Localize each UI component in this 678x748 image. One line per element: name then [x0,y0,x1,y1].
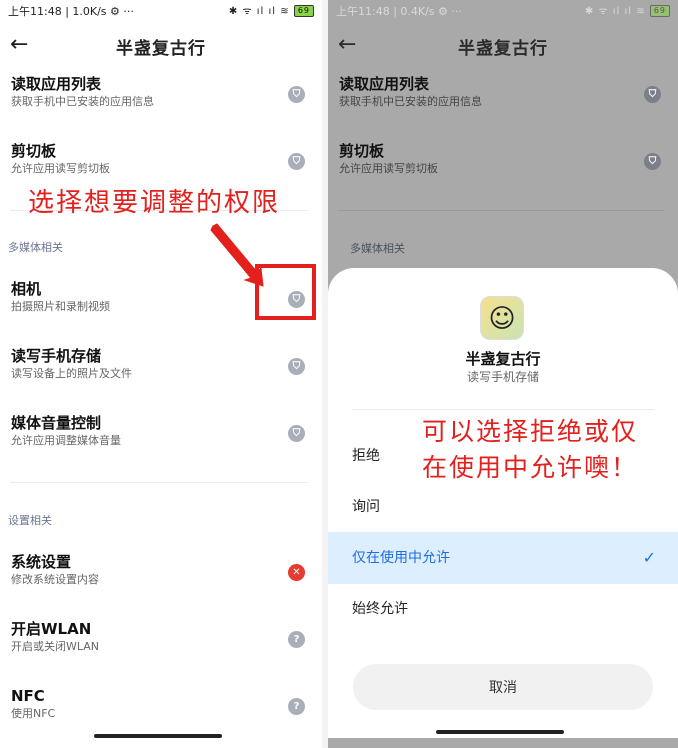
status-icons: ✱ ᯤ ıl ıl ≋ 69 [585,0,670,24]
sheet-permission-name: 读写手机存储 [466,370,539,384]
permission-name: NFC [11,687,45,705]
denied-icon: ✕ [288,564,305,581]
permission-desc: 开启或关闭WLAN [11,640,100,653]
shield-icon: ⛉ [288,358,305,375]
divider [10,482,308,483]
permission-name: 剪切板 [339,142,385,160]
option-allow-while-using[interactable]: 仅在使用中允许 ✓ [328,532,678,584]
permission-item-app-list[interactable]: 读取应用列表 获取手机中已安装的应用信息 ⛉ [339,74,666,124]
shield-icon: ⛉ [288,153,305,170]
permission-desc: 允许应用读写剪切板 [339,162,438,175]
app-bar: ← 半盏复古行 [0,28,322,64]
permission-name: 媒体音量控制 [11,414,102,432]
shield-icon: ⛉ [288,86,305,103]
divider [338,210,664,211]
annotation-choose-option: 可以选择拒绝或仅 在使用中允许噢！ [422,414,638,486]
annotation-line: 可以选择拒绝或仅 [422,417,639,446]
signal-icons: ✱ ᯤ ıl ıl ≋ [584,6,646,17]
permission-name: 读取应用列表 [339,75,430,93]
shield-icon: ⛉ [644,86,661,103]
status-bar: 上午11:48 | 0.4K/s ⚙ ··· ✱ ᯤ ıl ıl ≋ 69 [328,0,678,24]
status-time: 上午11:48 | 0.4K/s ⚙ ··· [336,5,462,18]
section-header-media: 多媒体相关 [8,241,63,254]
annotation-line: 在使用中允许噢！ [422,453,639,482]
divider [352,409,654,410]
sheet-app-name: 半盏复古行 [465,350,541,368]
status-time: 上午11:48 | 1.0K/s ⚙ ··· [8,5,134,18]
home-indicator [436,730,564,734]
permission-item-nfc[interactable]: NFC 使用NFC ? [11,686,310,736]
option-ask[interactable]: 询问 [328,481,678,533]
permission-bottom-sheet: ☺ 半盏复古行 读写手机存储 拒绝 询问 仅在使用中允许 ✓ 始终允许 取消 可… [328,268,678,738]
page-title: 半盏复古行 [116,39,206,59]
battery-icon: 69 [649,5,670,17]
permission-item-system-settings[interactable]: 系统设置 修改系统设置内容 ✕ [11,552,310,602]
permission-name: 系统设置 [11,553,72,571]
highlight-box [255,264,316,320]
signal-icons: ✱ ᯤ ıl ıl ≋ [228,6,290,17]
app-avatar-icon: ☺ [480,296,524,340]
status-bar: 上午11:48 | 1.0K/s ⚙ ··· ✱ ᯤ ıl ıl ≋ 69 [0,0,322,24]
status-icons: ✱ ᯤ ıl ıl ≋ 69 [229,0,314,24]
permission-desc: 修改系统设置内容 [11,573,99,586]
permission-desc: 读写设备上的照片及文件 [11,367,132,380]
section-header-media: 多媒体相关 [350,242,405,255]
permission-desc: 使用NFC [11,707,56,720]
permission-name: 剪切板 [11,142,57,160]
permission-name: 读取应用列表 [11,75,102,93]
permission-item-app-list[interactable]: 读取应用列表 获取手机中已安装的应用信息 ⛉ [11,74,310,124]
check-icon: ✓ [642,548,656,567]
question-icon: ? [288,631,305,648]
app-bar: ← 半盏复古行 [328,28,678,64]
annotation-select-permission: 选择想要调整的权限 [28,188,281,218]
permission-desc: 允许应用调整媒体音量 [11,434,121,447]
question-icon: ? [288,698,305,715]
cancel-button[interactable]: 取消 [353,664,653,710]
home-indicator [94,734,222,738]
permission-desc: 获取手机中已安装的应用信息 [339,95,482,108]
permission-name: 读写手机存储 [11,347,102,365]
battery-icon: 69 [293,5,314,17]
shield-icon: ⛉ [288,425,305,442]
permission-desc: 获取手机中已安装的应用信息 [11,95,154,108]
option-always-allow[interactable]: 始终允许 [328,583,678,635]
permission-item-wlan[interactable]: 开启WLAN 开启或关闭WLAN ? [11,619,310,669]
left-screen: 上午11:48 | 1.0K/s ⚙ ··· ✱ ᯤ ıl ıl ≋ 69 ← … [0,0,322,748]
shield-icon: ⛉ [644,153,661,170]
permission-desc: 允许应用读写剪切板 [11,162,110,175]
page-title: 半盏复古行 [458,39,548,59]
permission-item-media-volume[interactable]: 媒体音量控制 允许应用调整媒体音量 ⛉ [11,413,310,463]
right-screen: 上午11:48 | 0.4K/s ⚙ ··· ✱ ᯤ ıl ıl ≋ 69 ← … [328,0,678,748]
permission-item-storage[interactable]: 读写手机存储 读写设备上的照片及文件 ⛉ [11,346,310,396]
option-label: 仅在使用中允许 [352,550,450,566]
permission-name: 开启WLAN [11,620,92,638]
permission-item-clipboard[interactable]: 剪切板 允许应用读写剪切板 ⛉ [339,141,666,191]
section-header-settings: 设置相关 [8,514,52,527]
